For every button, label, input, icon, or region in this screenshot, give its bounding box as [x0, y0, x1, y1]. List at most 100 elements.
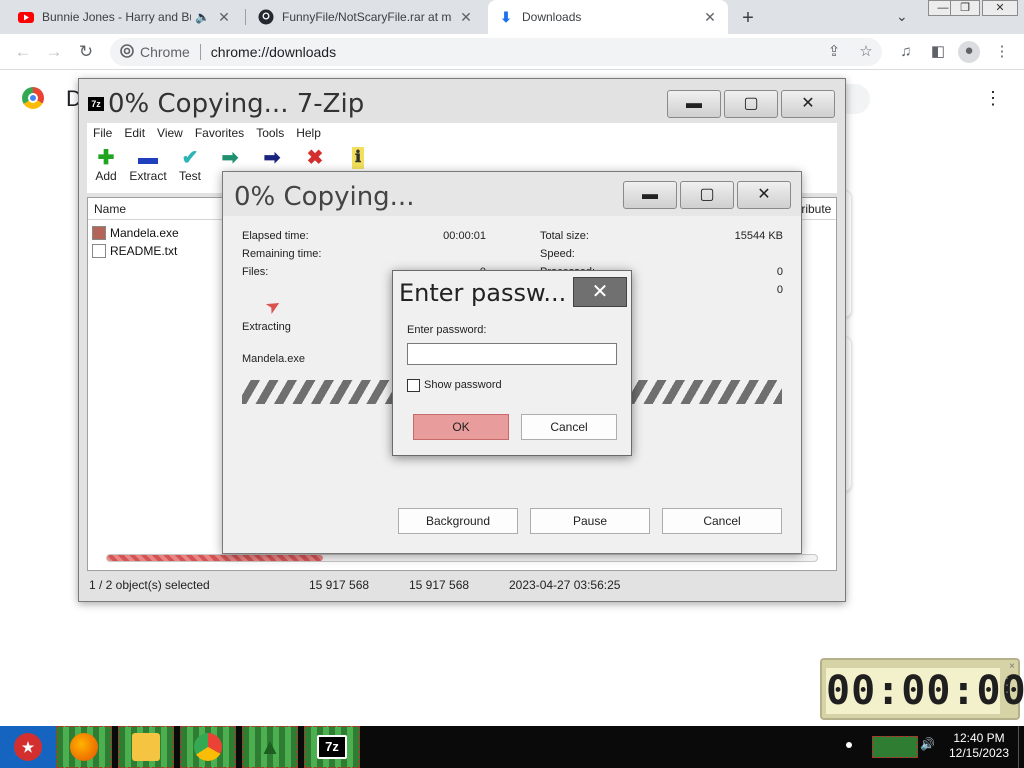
taskbar-christmas-tree[interactable]: ▲: [242, 726, 298, 768]
list-item[interactable]: README.txt: [92, 242, 177, 260]
timer-widget[interactable]: 00:00:00 × ▪ ▪ ▪: [820, 658, 1024, 720]
tab-downloads[interactable]: ⬇ Downloads ✕: [488, 0, 728, 34]
copy-arrow-icon: ➡: [221, 147, 239, 169]
add-button[interactable]: ✚ Add: [83, 147, 129, 183]
maximize-button[interactable]: ▢: [724, 90, 778, 118]
address-bar[interactable]: Chrome chrome://downloads: [110, 38, 882, 66]
delete-icon: ✖: [306, 147, 324, 169]
firefox-icon: [70, 733, 98, 761]
7zip-icon: 7z: [88, 97, 104, 111]
tab-github[interactable]: FunnyFile/NotScaryFile.rar at ma ✕: [248, 0, 484, 34]
extract-button[interactable]: ▬ Extract: [125, 147, 171, 183]
title-bar[interactable]: 7z 0% Copying... 7-Zip ▬ ▢ ✕: [79, 79, 845, 123]
close-icon[interactable]: ✕: [702, 9, 718, 26]
pause-button[interactable]: Pause: [530, 508, 650, 534]
bookmark-star-icon[interactable]: ☆: [856, 42, 876, 62]
close-icon[interactable]: ✕: [216, 9, 232, 26]
profile-avatar-icon[interactable]: ●: [958, 41, 980, 63]
browser-toolbar: ← → ↻ Chrome chrome://downloads ⇪ ☆ ♫ ◧ …: [0, 34, 1024, 70]
share-icon[interactable]: ⇪: [824, 42, 844, 62]
title-bar[interactable]: Enter passw... ✕: [393, 271, 631, 313]
file-name: README.txt: [110, 244, 178, 258]
forward-icon[interactable]: →: [43, 41, 65, 63]
total-size-value: 15544 KB: [734, 230, 783, 242]
youtube-icon: [18, 9, 34, 25]
tab-youtube[interactable]: Bunnie Jones - Harry and Bu 🔈 ✕: [8, 0, 242, 34]
size-status: 15 917 568: [309, 578, 370, 592]
selection-status: 1 / 2 object(s) selected: [89, 578, 210, 592]
reload-icon[interactable]: ↻: [75, 41, 97, 63]
chevron-down-icon[interactable]: ⌄: [896, 8, 908, 25]
minus-icon: ▬: [138, 147, 158, 169]
window-title: 0% Copying... 7-Zip: [108, 89, 365, 119]
scrollbar-thumb[interactable]: [107, 555, 323, 561]
media-control-icon[interactable]: ♫: [896, 42, 916, 62]
status-bar: 1 / 2 object(s) selected 15 917 568 15 9…: [87, 575, 837, 595]
title-bar[interactable]: 0% Copying... ▬ ▢ ✕: [223, 172, 801, 216]
close-button[interactable]: ✕: [573, 277, 627, 307]
taskbar-chrome[interactable]: [180, 726, 236, 768]
chrome-icon: [120, 43, 134, 61]
show-password-checkbox[interactable]: [407, 379, 420, 392]
start-button[interactable]: ★: [0, 726, 56, 768]
move-button[interactable]: ➡: [249, 147, 295, 169]
close-button[interactable]: ✕: [737, 181, 791, 209]
ok-button[interactable]: OK: [413, 414, 509, 440]
kebab-menu-icon[interactable]: ⋮: [992, 42, 1012, 62]
back-icon[interactable]: ←: [12, 41, 34, 63]
network-icon[interactable]: [872, 736, 918, 758]
show-password-label[interactable]: Show password: [424, 379, 502, 391]
password-input[interactable]: [407, 343, 617, 365]
maximize-button[interactable]: ▢: [680, 181, 734, 209]
volume-icon[interactable]: 🔊: [920, 737, 935, 751]
restore-button[interactable]: ❐: [950, 0, 980, 16]
close-icon[interactable]: ×: [1009, 661, 1015, 672]
christmas-tree-icon: ▲: [259, 734, 281, 759]
password-dialog: Enter passw... ✕ Enter password: Show pa…: [392, 270, 632, 456]
column-attributes[interactable]: tribute: [798, 202, 831, 216]
menu-bar: File Edit View Favorites Tools Help: [87, 123, 837, 143]
processed-value: 0: [776, 266, 783, 278]
info-button[interactable]: ℹ: [335, 147, 381, 169]
chrome-icon: [194, 733, 222, 761]
dialog-title: Enter passw...: [399, 279, 567, 307]
taskbar-firefox[interactable]: [56, 726, 112, 768]
cancel-button[interactable]: Cancel: [662, 508, 782, 534]
show-desktop-button[interactable]: [1018, 726, 1024, 768]
minimize-button[interactable]: ▬: [623, 181, 677, 209]
background-button[interactable]: Background: [398, 508, 518, 534]
tab-separator: [245, 9, 246, 25]
menu-help[interactable]: Help: [296, 126, 321, 140]
new-tab-button[interactable]: +: [738, 7, 758, 30]
menu-file[interactable]: File: [93, 126, 112, 140]
close-icon[interactable]: ✕: [458, 9, 474, 26]
horizontal-scrollbar[interactable]: [106, 554, 818, 562]
column-name[interactable]: Name: [94, 202, 126, 216]
side-panel-icon[interactable]: ◧: [928, 42, 948, 62]
file-explorer-icon: [132, 733, 160, 761]
list-item[interactable]: Mandela.exe: [92, 224, 179, 242]
url-text[interactable]: chrome://downloads: [211, 44, 336, 60]
timer-controls[interactable]: ▪ ▪ ▪: [999, 676, 1015, 697]
close-button[interactable]: ✕: [982, 0, 1018, 16]
kebab-menu-icon[interactable]: ⋮: [984, 88, 1002, 109]
action-label: Extracting: [242, 321, 291, 333]
delete-button[interactable]: ✖: [292, 147, 338, 169]
menu-edit[interactable]: Edit: [124, 126, 145, 140]
divider: [199, 44, 201, 60]
plus-icon: ✚: [97, 147, 115, 169]
speaker-icon[interactable]: 🔈: [195, 10, 210, 24]
cursor-icon: ➤: [261, 293, 285, 319]
minimize-button[interactable]: ▬: [667, 90, 721, 118]
taskbar-file-explorer[interactable]: [118, 726, 174, 768]
menu-favorites[interactable]: Favorites: [195, 126, 244, 140]
menu-view[interactable]: View: [157, 126, 183, 140]
cancel-button[interactable]: Cancel: [521, 414, 617, 440]
taskbar-7zip[interactable]: 7z: [304, 726, 360, 768]
elapsed-value: 00:00:01: [443, 230, 486, 242]
clock-date[interactable]: 12/15/2023: [944, 746, 1014, 760]
clock-time[interactable]: 12:40 PM: [944, 731, 1014, 745]
menu-tools[interactable]: Tools: [256, 126, 284, 140]
close-button[interactable]: ✕: [781, 90, 835, 118]
tab-title: FunnyFile/NotScaryFile.rar at ma: [282, 10, 452, 24]
